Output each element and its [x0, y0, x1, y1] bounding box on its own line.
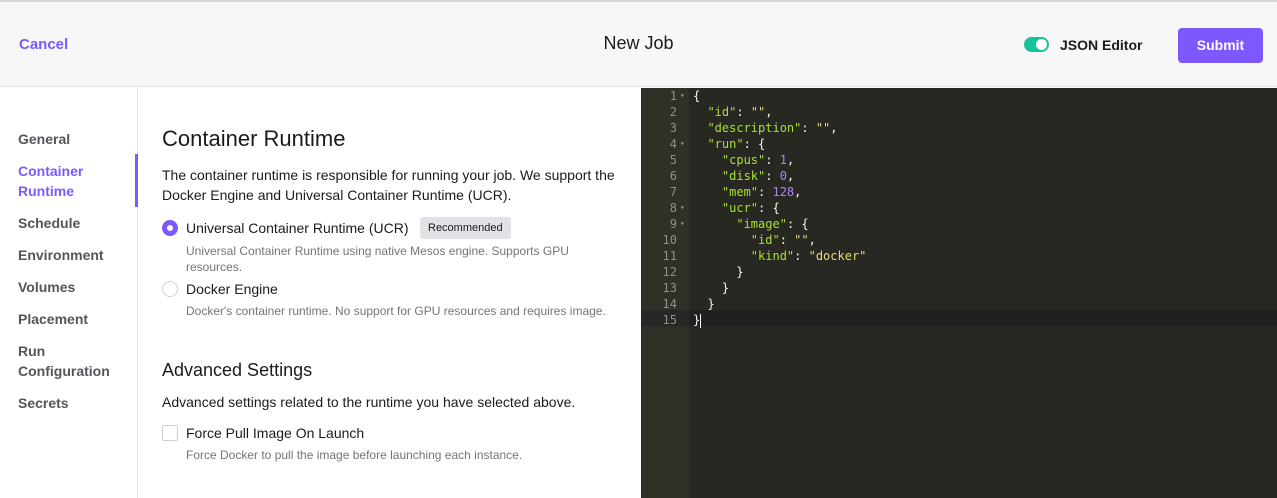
code-line[interactable]: "description": "", [693, 120, 837, 136]
sidebar-item-container-runtime[interactable]: Container Runtime [18, 161, 83, 201]
line-number: 10 [662, 233, 677, 247]
force-pull-label[interactable]: Force Pull Image On Launch [186, 425, 364, 441]
code-line[interactable]: "id": "", [693, 104, 772, 120]
section-heading: Container Runtime [162, 126, 346, 151]
line-number: 5 [669, 153, 677, 167]
sidebar-item-secrets[interactable]: Secrets [18, 393, 69, 413]
fold-toggle-icon[interactable]: ▾ [680, 88, 685, 104]
submit-button[interactable]: Submit [1178, 28, 1263, 63]
advanced-settings-description: Advanced settings related to the runtime… [162, 394, 576, 410]
code-line[interactable]: "id": "", [693, 232, 816, 248]
line-number: 11 [662, 249, 677, 263]
sidebar-item-general[interactable]: General [18, 129, 70, 149]
code-line[interactable]: "disk": 0, [693, 168, 794, 184]
line-number: 2 [669, 105, 677, 119]
code-line[interactable]: } [693, 280, 729, 296]
section-description: The container runtime is responsible for… [162, 167, 615, 203]
line-number: 14 [662, 297, 677, 311]
code-line[interactable]: { [693, 88, 700, 104]
sidebar-item-schedule[interactable]: Schedule [18, 213, 80, 233]
docker-option-label[interactable]: Docker Engine [186, 281, 278, 297]
sidebar-active-indicator [135, 154, 138, 207]
line-number: 1 [669, 89, 677, 103]
ucr-radio[interactable] [162, 220, 178, 236]
line-number: 8 [669, 201, 677, 215]
force-pull-checkbox[interactable] [162, 425, 178, 441]
ucr-help-text: Universal Container Runtime using native… [186, 244, 569, 274]
json-editor-label: JSON Editor [1060, 37, 1143, 53]
line-number: 12 [662, 265, 677, 279]
code-line[interactable]: "cpus": 1, [693, 152, 794, 168]
recommended-badge: Recommended [420, 217, 511, 239]
toggle-knob [1036, 39, 1047, 50]
line-number: 7 [669, 185, 677, 199]
code-line[interactable]: "image": { [693, 216, 808, 232]
sidebar-item-environment[interactable]: Environment [18, 245, 104, 265]
sidebar-item-placement[interactable]: Placement [18, 309, 88, 329]
code-line[interactable]: "run": { [693, 136, 765, 152]
fold-toggle-icon[interactable]: ▾ [680, 200, 685, 216]
json-editor[interactable]: 1 ▾{2 "id": "", 3 "description": "", 4 ▾ "ru… [641, 88, 1277, 498]
json-editor-toggle[interactable] [1024, 37, 1049, 52]
code-line[interactable]: } [693, 264, 743, 280]
fold-toggle-icon[interactable]: ▾ [680, 216, 685, 232]
line-number: 6 [669, 169, 677, 183]
code-line[interactable]: "kind": "docker" [693, 248, 867, 264]
code-line[interactable]: "ucr": { [693, 200, 780, 216]
advanced-settings-heading: Advanced Settings [162, 360, 313, 380]
code-line[interactable]: } [693, 296, 714, 312]
line-number: 3 [669, 121, 677, 135]
docker-radio[interactable] [162, 281, 178, 297]
line-number: 4 [669, 137, 677, 151]
docker-help-text: Docker's container runtime. No support f… [186, 304, 606, 318]
ucr-option-label[interactable]: Universal Container Runtime (UCR) [186, 220, 409, 236]
fold-toggle-icon[interactable]: ▾ [680, 136, 685, 152]
line-number: 15 [662, 313, 677, 327]
active-line-highlight [641, 310, 1277, 326]
code-line[interactable]: "mem": 128, [693, 184, 802, 200]
force-pull-help-text: Force Docker to pull the image before la… [186, 448, 523, 462]
code-line[interactable]: } [693, 312, 702, 328]
sidebar-item-run-configuration[interactable]: Run Configuration [18, 341, 110, 381]
line-number: 9 [669, 217, 677, 231]
text-cursor [700, 313, 702, 328]
sidebar-item-volumes[interactable]: Volumes [18, 277, 75, 297]
header-bar: Cancel New Job JSON Editor Submit [0, 0, 1277, 87]
line-number: 13 [662, 281, 677, 295]
